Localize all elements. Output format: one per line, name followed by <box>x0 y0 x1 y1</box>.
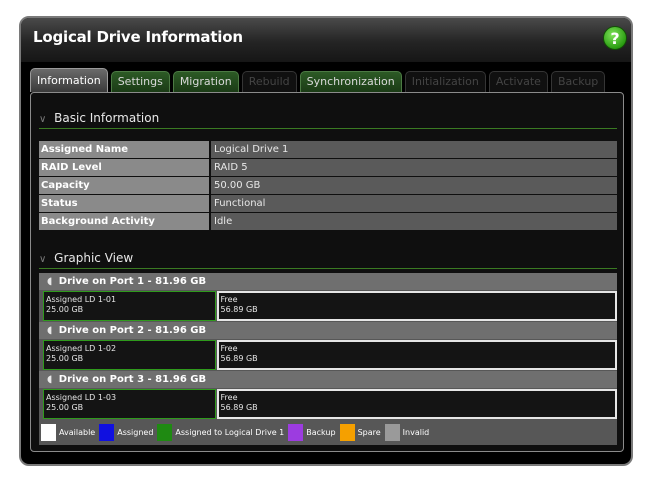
legend-item-assigned-to-logical-drive: Assigned to Logical Drive 1 <box>157 423 285 441</box>
basic-information-title: Basic Information <box>54 111 160 125</box>
legend-swatch <box>384 423 400 441</box>
legend-label: Spare <box>357 427 381 437</box>
graphic-view-area: ◖ Drive on Port 1 - 81.96 GB Assigned LD… <box>39 273 617 445</box>
disk-icon: ◖ <box>47 325 53 336</box>
tab-migration[interactable]: Migration <box>172 71 239 92</box>
info-key: RAID Level <box>39 159 209 176</box>
assigned-segment[interactable]: Assigned LD 1-03 25.00 GB <box>43 389 216 419</box>
legend-item-spare: Spare <box>339 423 381 441</box>
assigned-segment[interactable]: Assigned LD 1-02 25.00 GB <box>43 340 216 370</box>
free-segment-size: 56.89 GB <box>220 354 258 363</box>
legend: Available Assigned Assigned to Logical D… <box>39 422 617 442</box>
free-segment[interactable]: Free 56.89 GB <box>216 291 617 321</box>
legend-swatch <box>339 423 355 441</box>
info-row-capacity: Capacity 50.00 GB <box>39 177 617 194</box>
port-3-title: Drive on Port 3 - 81.96 GB <box>58 374 207 385</box>
free-segment-label: Free <box>220 295 238 304</box>
legend-label: Assigned <box>117 427 154 437</box>
info-key: Background Activity <box>39 213 209 230</box>
graphic-view-section-header[interactable]: ∨ Graphic View <box>39 249 617 269</box>
legend-swatch <box>99 423 115 441</box>
legend-label: Backup <box>306 427 336 437</box>
free-segment[interactable]: Free 56.89 GB <box>216 340 617 370</box>
tab-backup: Backup <box>550 71 606 92</box>
chevron-down-icon: ∨ <box>39 114 47 125</box>
assigned-segment-size: 25.00 GB <box>46 403 84 412</box>
legend-label: Invalid <box>402 427 430 437</box>
tab-information[interactable]: Information <box>30 68 108 92</box>
info-value: 50.00 GB <box>211 177 617 194</box>
info-value: Functional <box>211 195 617 212</box>
legend-item-available: Available <box>41 423 96 441</box>
legend-swatch <box>157 423 173 441</box>
legend-item-invalid: Invalid <box>384 423 430 441</box>
graphic-view-title: Graphic View <box>54 251 134 265</box>
assigned-segment-name: Assigned LD 1-02 <box>46 344 117 353</box>
port-1-drive-bar: Assigned LD 1-01 25.00 GB Free 56.89 GB <box>43 291 617 321</box>
info-key: Status <box>39 195 209 212</box>
assigned-segment-size: 25.00 GB <box>46 305 84 314</box>
disk-icon: ◖ <box>47 276 53 287</box>
info-key: Assigned Name <box>39 141 209 158</box>
tab-rebuild: Rebuild <box>241 71 297 92</box>
assigned-segment[interactable]: Assigned LD 1-01 25.00 GB <box>43 291 216 321</box>
tab-activate: Activate <box>488 71 548 92</box>
window-title: Logical Drive Information <box>33 28 243 46</box>
info-row-status: Status Functional <box>39 195 617 212</box>
info-value: RAID 5 <box>211 159 617 176</box>
port-2-title: Drive on Port 2 - 81.96 GB <box>58 325 207 336</box>
legend-item-assigned: Assigned <box>99 423 154 441</box>
logical-drive-window: Logical Drive Information ? Information … <box>19 16 633 466</box>
port-2-drive-bar: Assigned LD 1-02 25.00 GB Free 56.89 GB <box>43 340 617 370</box>
free-segment-label: Free <box>220 393 238 402</box>
info-row-raid-level: RAID Level RAID 5 <box>39 159 617 176</box>
tab-synchronization[interactable]: Synchronization <box>299 71 402 92</box>
chevron-down-icon: ∨ <box>39 254 47 265</box>
free-segment[interactable]: Free 56.89 GB <box>216 389 617 419</box>
assigned-segment-size: 25.00 GB <box>46 354 84 363</box>
legend-swatch <box>288 423 304 441</box>
port-1-title: Drive on Port 1 - 81.96 GB <box>58 276 207 287</box>
port-3-drive-bar: Assigned LD 1-03 25.00 GB Free 56.89 GB <box>43 389 617 419</box>
disk-icon: ◖ <box>47 374 53 385</box>
assigned-segment-name: Assigned LD 1-03 <box>46 393 117 402</box>
assigned-segment-name: Assigned LD 1-01 <box>46 295 117 304</box>
info-value: Idle <box>211 213 617 230</box>
tab-bar: Information Settings Migration Rebuild S… <box>30 68 608 92</box>
legend-item-backup: Backup <box>288 423 336 441</box>
legend-swatch <box>41 423 56 441</box>
free-segment-size: 56.89 GB <box>220 403 258 412</box>
tab-initialization: Initialization <box>404 71 486 92</box>
title-bar: Logical Drive Information ? <box>21 18 631 62</box>
basic-information-table: Assigned Name Logical Drive 1 RAID Level… <box>39 141 617 231</box>
port-3-header: ◖ Drive on Port 3 - 81.96 GB <box>39 371 617 388</box>
tab-settings[interactable]: Settings <box>110 71 170 92</box>
free-segment-size: 56.89 GB <box>220 305 258 314</box>
info-value: Logical Drive 1 <box>211 141 617 158</box>
basic-information-section-header[interactable]: ∨ Basic Information <box>39 109 617 129</box>
info-row-assigned-name: Assigned Name Logical Drive 1 <box>39 141 617 158</box>
info-row-background-activity: Background Activity Idle <box>39 213 617 230</box>
help-icon[interactable]: ? <box>603 26 627 50</box>
information-panel: ∨ Basic Information Assigned Name Logica… <box>30 92 624 452</box>
info-key: Capacity <box>39 177 209 194</box>
legend-label: Available <box>59 427 96 437</box>
free-segment-label: Free <box>220 344 238 353</box>
legend-label: Assigned to Logical Drive 1 <box>175 427 285 437</box>
port-1-header: ◖ Drive on Port 1 - 81.96 GB <box>39 273 617 290</box>
port-2-header: ◖ Drive on Port 2 - 81.96 GB <box>39 322 617 339</box>
